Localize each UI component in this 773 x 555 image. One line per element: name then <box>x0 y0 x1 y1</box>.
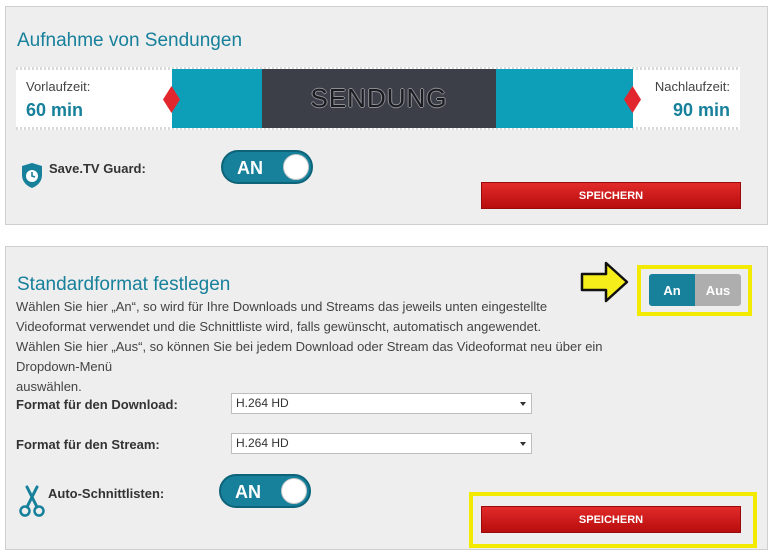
description-line: Wählen Sie hier „Aus“, so können Sie bei… <box>16 339 603 374</box>
guard-toggle-knob <box>283 154 309 180</box>
auto-cutlist-toggle-label: AN <box>235 482 261 502</box>
standard-format-toggle[interactable]: An Aus <box>649 274 741 306</box>
save-standard-format-button[interactable]: SPEICHERN <box>481 506 741 533</box>
standard-format-title: Standardformat festlegen <box>17 274 231 295</box>
standard-format-description: Wählen Sie hier „An“, so wird für Ihre D… <box>16 297 616 397</box>
recording-timeline: Vorlaufzeit: 60 min SENDUNG Nachlaufzeit… <box>16 67 740 130</box>
description-line: Videoformat verwendet und die Schnittlis… <box>16 319 542 334</box>
chevron-down-icon <box>520 402 526 406</box>
download-format-select[interactable]: H.264 HD <box>231 393 532 414</box>
toggle-off-option[interactable]: Aus <box>695 274 741 306</box>
guard-label: Save.TV Guard: <box>49 161 146 176</box>
shield-clock-icon <box>22 163 42 188</box>
arrow-right-icon <box>580 261 629 303</box>
program-block: SENDUNG <box>262 69 496 128</box>
guard-toggle-label: AN <box>237 158 263 178</box>
vorlaufzeit-label: Vorlaufzeit: <box>26 79 91 94</box>
auto-cutlist-toggle[interactable]: AN <box>219 474 311 508</box>
recording-panel: Aufnahme von Sendungen Vorlaufzeit: 60 m… <box>5 6 768 225</box>
standard-format-panel: Standardformat festlegen Wählen Sie hier… <box>5 246 768 550</box>
chevron-down-icon <box>520 442 526 446</box>
scissors-icon <box>19 485 45 517</box>
download-format-label: Format für den Download: <box>16 397 178 412</box>
nachlaufzeit-label: Nachlaufzeit: <box>654 79 730 94</box>
vorlaufzeit-value: 60 min <box>26 100 84 120</box>
stream-format-label: Format für den Stream: <box>16 437 160 452</box>
recording-title: Aufnahme von Sendungen <box>17 30 243 51</box>
guard-toggle[interactable]: AN <box>221 150 313 184</box>
auto-cutlist-label: Auto-Schnittlisten: <box>48 486 165 501</box>
save-recording-button[interactable]: SPEICHERN <box>481 182 741 209</box>
stream-format-select[interactable]: H.264 HD <box>231 433 532 454</box>
vorlauf-bar <box>172 69 262 128</box>
toggle-on-option[interactable]: An <box>649 274 695 306</box>
nachlauf-bar <box>496 69 633 128</box>
stream-format-value: H.264 HD <box>236 436 289 450</box>
auto-cutlist-toggle-knob <box>281 478 307 504</box>
description-line: Wählen Sie hier „An“, so wird für Ihre D… <box>16 299 548 314</box>
download-format-value: H.264 HD <box>236 396 289 410</box>
nachlaufzeit-value: 90 min <box>672 100 730 120</box>
